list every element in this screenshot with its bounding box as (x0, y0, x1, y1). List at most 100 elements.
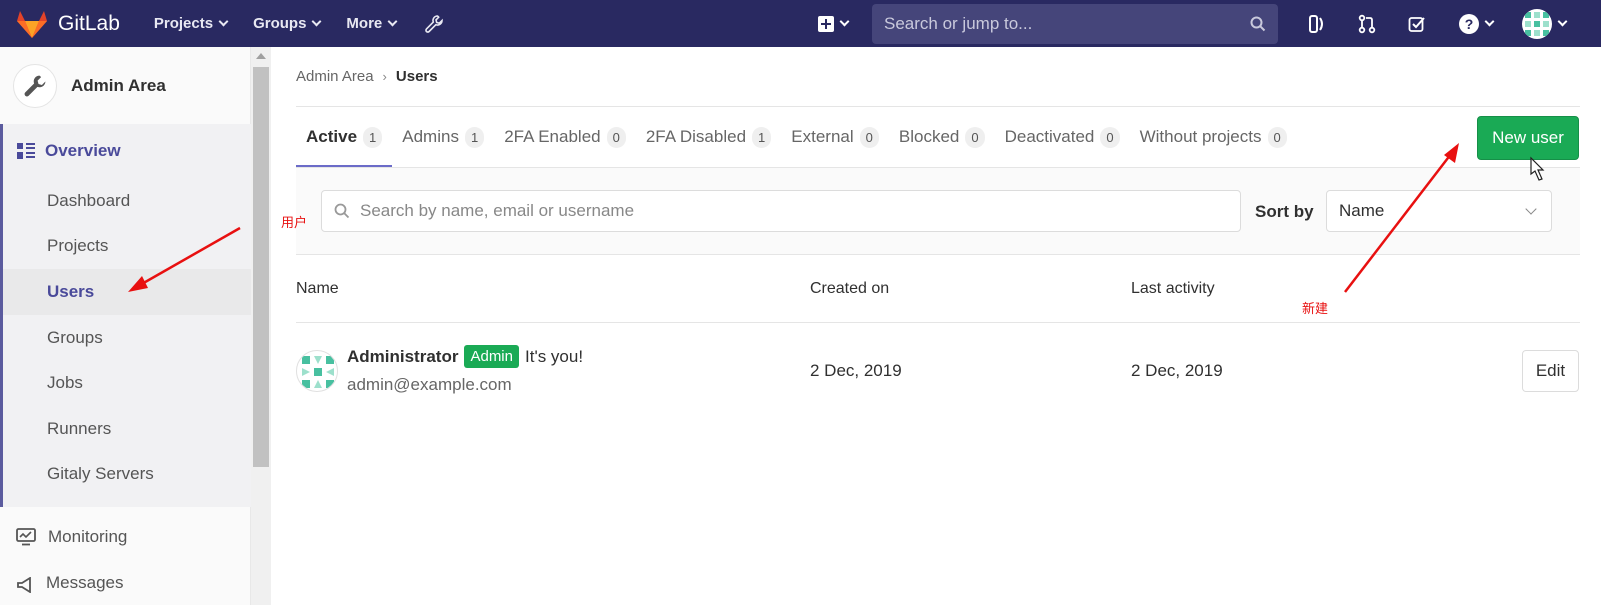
sidebar-header[interactable]: Admin Area (0, 47, 250, 124)
nav-right: Search or jump to... ? (818, 0, 1568, 47)
identicon-avatar (1525, 11, 1549, 36)
tab-2fa-enabled[interactable]: 2FA Enabled 0 (494, 107, 636, 167)
tab-count-badge: 1 (752, 126, 772, 148)
edit-user-button[interactable]: Edit (1522, 350, 1579, 392)
global-search-input[interactable]: Search or jump to... (872, 3, 1278, 44)
sidebar-item-monitoring[interactable]: Monitoring (0, 510, 251, 564)
sidebar-item-overview[interactable]: Overview (3, 124, 251, 178)
monitor-icon (16, 528, 36, 546)
tab-active[interactable]: Active 1 (296, 107, 393, 168)
identicon-avatar (302, 356, 334, 388)
tab-admins[interactable]: Admins 1 (392, 107, 494, 167)
sidebar-item-groups[interactable]: Groups (3, 315, 251, 361)
monitoring-label: Monitoring (48, 527, 128, 546)
overview-label: Overview (45, 141, 121, 160)
user-name-link[interactable]: Administrator (347, 347, 458, 367)
column-header-last-activity: Last activity (1131, 280, 1215, 297)
sort-by-value: Name (1339, 201, 1385, 220)
tab-label: Blocked (898, 127, 960, 146)
new-item-dropdown[interactable] (818, 15, 850, 32)
tab-count-badge: 0 (859, 126, 879, 148)
tab-count-badge: 1 (464, 126, 485, 148)
breadcrumb-admin-area[interactable]: Admin Area (296, 68, 374, 85)
issues-icon[interactable] (1306, 13, 1328, 35)
scroll-thumb[interactable] (253, 67, 269, 467)
gitlab-brand: GitLab (58, 11, 120, 35)
avatar[interactable] (296, 350, 338, 392)
sidebar-item-dashboard[interactable]: Dashboard (3, 178, 251, 224)
sidebar-item-runners[interactable]: Runners (3, 406, 251, 452)
sidebar-wrench-avatar (13, 63, 57, 108)
merge-request-icon[interactable] (1356, 13, 1378, 35)
sidebar-item-gitaly-servers[interactable]: Gitaly Servers (3, 452, 251, 498)
chevron-right-icon: › (382, 69, 387, 84)
nav-menu: Projects Groups More (154, 14, 444, 34)
gitlab-fox-icon (17, 10, 47, 38)
search-icon (334, 203, 350, 219)
nav-groups-label: Groups (253, 15, 307, 32)
chevron-down-icon (839, 16, 850, 27)
tab-label: Admins (402, 127, 459, 146)
nav-projects[interactable]: Projects (153, 15, 229, 32)
sidebar-item-users[interactable]: Users (3, 269, 251, 315)
tab-count-badge: 0 (1267, 126, 1287, 148)
tab-label: Without projects (1139, 127, 1262, 146)
breadcrumb: Admin Area › Users (296, 68, 438, 85)
tab-count-badge: 0 (965, 126, 985, 148)
megaphone-icon (17, 577, 31, 593)
chevron-down-icon (1484, 16, 1495, 27)
chevron-down-icon (1525, 203, 1537, 215)
annotation-new-note: 新建 (1302, 302, 1329, 317)
user-search-input[interactable]: Search by name, email or username (321, 190, 1241, 232)
user-email: admin@example.com (347, 375, 512, 394)
help-dropdown[interactable]: ? (1456, 13, 1496, 35)
annotation-users-note: 用户 (281, 216, 308, 231)
last-activity-value: 2 Dec, 2019 (1131, 361, 1223, 380)
tab-without-projects[interactable]: Without projects 0 (1130, 107, 1297, 167)
chevron-down-icon[interactable] (1557, 16, 1568, 27)
messages-label: Messages (46, 573, 124, 592)
tab-label: 2FA Enabled (504, 127, 601, 146)
sort-by-select[interactable]: Name (1326, 190, 1552, 232)
tab-label: 2FA Disabled (645, 127, 747, 146)
nav-more[interactable]: More (346, 15, 398, 32)
user-filter-tabs: Active 1 Admins 1 2FA Enabled 0 2FA Disable… (296, 107, 1297, 168)
breadcrumb-users[interactable]: Users (396, 68, 438, 85)
nav-groups[interactable]: Groups (253, 15, 322, 32)
chevron-down-icon (218, 16, 229, 27)
nav-projects-label: Projects (153, 15, 214, 32)
tab-count-badge: 0 (606, 126, 626, 148)
user-name-line: Administrator Admin It's you! (347, 345, 583, 368)
divider (296, 322, 1580, 323)
sidebar-item-projects[interactable]: Projects (3, 224, 251, 270)
scroll-up-arrow-icon[interactable] (256, 53, 266, 59)
tab-deactivated[interactable]: Deactivated 0 (995, 107, 1130, 167)
admin-wrench-icon[interactable] (424, 14, 444, 34)
gitlab-logo[interactable]: GitLab (16, 9, 120, 39)
search-icon (1250, 16, 1266, 31)
tab-count-badge: 0 (1100, 126, 1120, 148)
top-navbar: GitLab Projects Groups More Search or ju… (0, 0, 1601, 47)
admin-badge: Admin (464, 345, 519, 368)
sidebar-title: Admin Area (71, 75, 166, 95)
sort-by-label: Sort by (1255, 202, 1314, 221)
created-on-value: 2 Dec, 2019 (810, 361, 902, 380)
user-avatar-menu[interactable] (1522, 8, 1552, 39)
column-header-name: Name (296, 280, 339, 297)
column-header-created-on: Created on (810, 280, 890, 297)
help-question-icon: ? (1459, 13, 1479, 34)
its-you-note: It's you! (525, 346, 584, 366)
todo-checkbox-icon[interactable] (1406, 13, 1428, 35)
chevron-down-icon (387, 16, 398, 27)
tab-external[interactable]: External 0 (781, 107, 889, 167)
tab-label: External (791, 127, 854, 146)
tab-label: Deactivated (1004, 127, 1095, 146)
new-user-button[interactable]: New user (1477, 116, 1579, 160)
sidebar-item-jobs[interactable]: Jobs (3, 360, 251, 406)
tab-2fa-disabled[interactable]: 2FA Disabled 1 (636, 107, 781, 167)
sidebar-scrollbar[interactable] (251, 47, 271, 605)
overview-grid-icon (17, 143, 35, 159)
tab-count-badge: 1 (363, 126, 383, 148)
sidebar-item-messages[interactable]: Messages (0, 573, 251, 603)
tab-blocked[interactable]: Blocked 0 (889, 107, 995, 167)
